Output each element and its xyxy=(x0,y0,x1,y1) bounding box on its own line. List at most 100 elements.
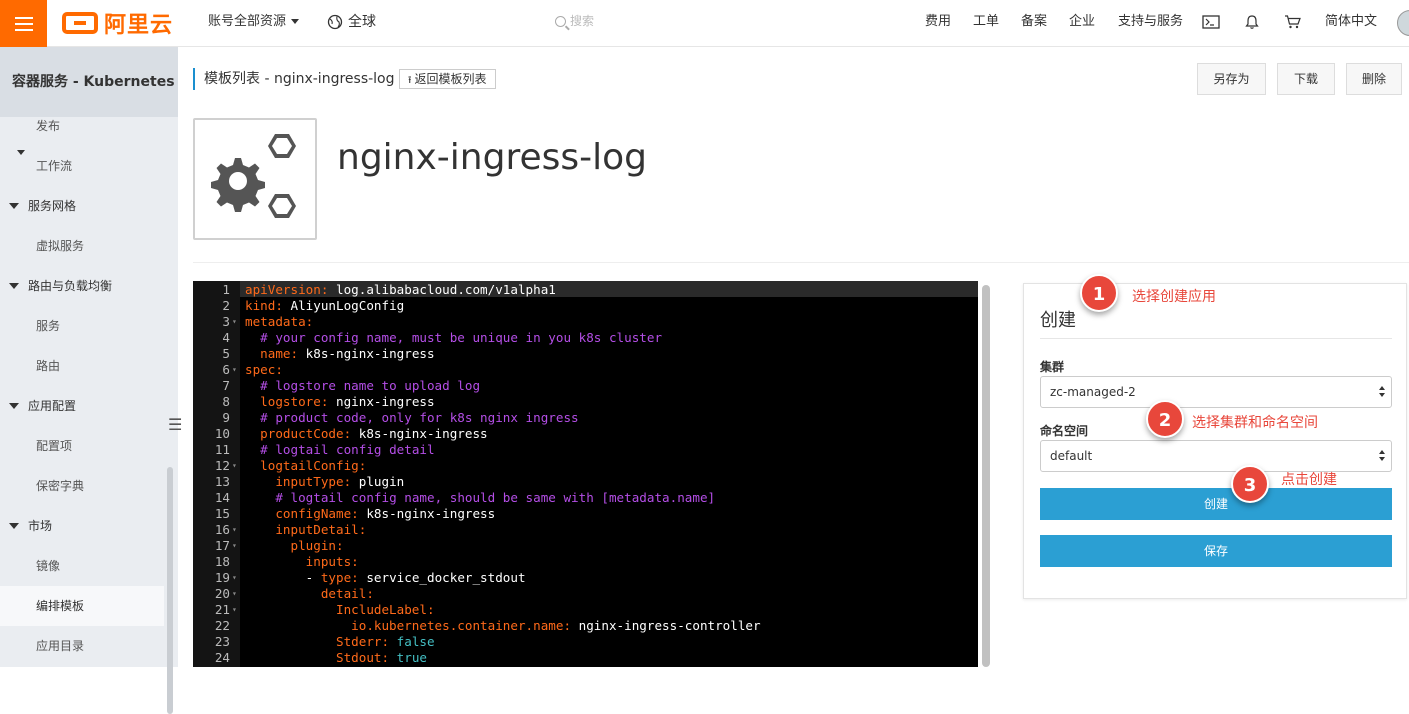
sidebar-item[interactable]: 应用目录 xyxy=(0,626,164,666)
line-number: 5 xyxy=(222,346,230,361)
fold-toggle-icon[interactable]: ▾ xyxy=(232,362,237,378)
save-button[interactable]: 保存 xyxy=(1040,535,1392,567)
delete-button[interactable]: 删除 xyxy=(1346,63,1402,95)
code-text: kind: AliyunLogConfig xyxy=(245,298,404,314)
annotation-badge-3: 3 xyxy=(1231,465,1269,503)
cart-icon[interactable] xyxy=(1284,0,1302,47)
sidebar-item[interactable]: 服务网格 xyxy=(0,186,164,226)
code-token: logtailConfig: xyxy=(245,458,367,473)
breadcrumb: 模板列表 - nginx-ingress-log xyxy=(193,68,395,90)
code-text: detail: xyxy=(245,586,374,602)
nav-link-support[interactable]: 支持与服务 xyxy=(1118,0,1183,47)
code-line: 13 inputType: plugin xyxy=(193,474,978,490)
code-token: # your config name, must be unique in yo… xyxy=(260,330,663,345)
code-line: 20 ▾ detail: xyxy=(193,586,978,602)
code-token: # logtail config name, should be same wi… xyxy=(275,490,716,505)
language-selector[interactable]: 简体中文 xyxy=(1325,0,1377,47)
template-title: nginx-ingress-log xyxy=(337,137,647,178)
download-button[interactable]: 下载 xyxy=(1277,63,1335,95)
line-number: 13 xyxy=(214,474,230,489)
create-button[interactable]: 创建 xyxy=(1040,488,1392,520)
fold-toggle-icon[interactable]: ▾ xyxy=(232,538,237,554)
nav-link-icp[interactable]: 备案 xyxy=(1021,0,1047,47)
code-token: true xyxy=(396,650,427,665)
resource-menu[interactable]: 账号全部资源 xyxy=(208,0,300,47)
cluster-select[interactable]: zc-managed-2 xyxy=(1040,376,1392,408)
sidebar-item[interactable]: 发布 xyxy=(0,106,164,146)
code-token: metadata: xyxy=(245,314,314,329)
sidebar-item[interactable]: 市场 xyxy=(0,506,164,546)
sidebar-scrollbar[interactable] xyxy=(167,467,173,714)
template-icon xyxy=(193,118,317,240)
sidebar-item[interactable]: 配置项 xyxy=(0,426,164,466)
code-token: spec: xyxy=(245,362,283,377)
code-token: # logstore name to upload log xyxy=(260,378,481,393)
sidebar-item[interactable]: 服务 xyxy=(0,306,164,346)
line-number: 10 xyxy=(214,426,230,441)
hamburger-menu-icon[interactable] xyxy=(0,0,47,47)
code-token: nginx-ingress xyxy=(336,394,435,409)
line-number: 8 xyxy=(222,394,230,409)
sidebar: 容器服务 - Kubernetes 发布 工作流 服务网格 虚拟服务 路由与负载均衡 服务… xyxy=(0,47,182,714)
panel-divider xyxy=(1040,338,1392,339)
namespace-select[interactable]: default xyxy=(1040,440,1392,472)
sidebar-item[interactable]: 应用配置 xyxy=(0,386,164,426)
code-line: 24 Stdout: true xyxy=(193,650,978,666)
code-line: 8 logstore: nginx-ingress xyxy=(193,394,978,410)
aliyun-logo[interactable]: 阿里云 xyxy=(62,10,173,38)
sidebar-item[interactable]: 路由 xyxy=(0,346,164,386)
fold-toggle-icon[interactable]: ▾ xyxy=(232,522,237,538)
avatar[interactable] xyxy=(1397,10,1409,36)
code-token: kind: xyxy=(245,298,291,313)
back-to-list-button[interactable]: ⭱ 返回模板列表 xyxy=(399,69,496,89)
code-text: # your config name, must be unique in yo… xyxy=(245,330,662,346)
fold-toggle-icon[interactable]: ▾ xyxy=(232,602,237,618)
code-token: type: xyxy=(320,570,367,585)
fold-toggle-icon[interactable]: ▾ xyxy=(232,314,237,330)
nav-link-tickets[interactable]: 工单 xyxy=(973,0,999,47)
terminal-icon[interactable] xyxy=(1202,0,1220,47)
bell-icon[interactable] xyxy=(1244,0,1260,47)
code-text: inputType: plugin xyxy=(245,474,404,490)
nav-link-enterprise[interactable]: 企业 xyxy=(1069,0,1095,47)
search-input[interactable]: 搜索 xyxy=(555,12,594,29)
line-number: 22 xyxy=(214,618,230,633)
code-line: 2 kind: AliyunLogConfig xyxy=(193,298,978,314)
code-token: # product code, only for k8s nginx ingre… xyxy=(260,410,579,425)
code-line: 1 apiVersion: log.alibabacloud.com/v1alph… xyxy=(193,282,978,298)
sidebar-item[interactable]: 保密字典 xyxy=(0,466,164,506)
sidebar-item[interactable]: 路由与负载均衡 xyxy=(0,266,164,306)
fold-toggle-icon[interactable]: ▾ xyxy=(232,458,237,474)
code-token: logstore: xyxy=(245,394,336,409)
code-token: Stderr: xyxy=(245,634,397,649)
code-line: 7 # logstore name to upload log xyxy=(193,378,978,394)
code-line: 11 # logtail config detail xyxy=(193,442,978,458)
sidebar-item[interactable]: 工作流 xyxy=(0,146,164,186)
code-token: productCode: xyxy=(245,426,359,441)
sidebar-item[interactable]: 镜像 xyxy=(0,546,164,586)
namespace-label: 命名空间 xyxy=(1040,424,1089,438)
namespace-value: default xyxy=(1050,449,1093,463)
code-line: 21 ▾ IncludeLabel: xyxy=(193,602,978,618)
aliyun-logo-mark xyxy=(62,12,98,34)
fold-toggle-icon[interactable]: ▾ xyxy=(232,570,237,586)
editor-scrollbar[interactable] xyxy=(982,285,990,667)
fold-toggle-icon[interactable]: ▾ xyxy=(232,586,237,602)
code-line: 3 ▾ metadata: xyxy=(193,314,978,330)
region-label: 全球 xyxy=(348,14,376,30)
yaml-editor[interactable]: 1 apiVersion: log.alibabacloud.com/v1alph… xyxy=(193,281,978,667)
nav-link-fees[interactable]: 费用 xyxy=(925,0,951,47)
save-as-button[interactable]: 另存为 xyxy=(1197,63,1266,95)
region-selector[interactable]: 全球 xyxy=(327,0,376,47)
code-token: - xyxy=(245,570,321,585)
collapse-sidebar-icon[interactable]: ☰ xyxy=(168,415,182,434)
sidebar-item[interactable]: 虚拟服务 xyxy=(0,226,164,266)
cluster-value: zc-managed-2 xyxy=(1050,385,1136,399)
sidebar-item[interactable]: 编排模板 xyxy=(0,586,164,626)
code-token: IncludeLabel: xyxy=(245,602,435,617)
code-token: AliyunLogConfig xyxy=(290,298,405,313)
